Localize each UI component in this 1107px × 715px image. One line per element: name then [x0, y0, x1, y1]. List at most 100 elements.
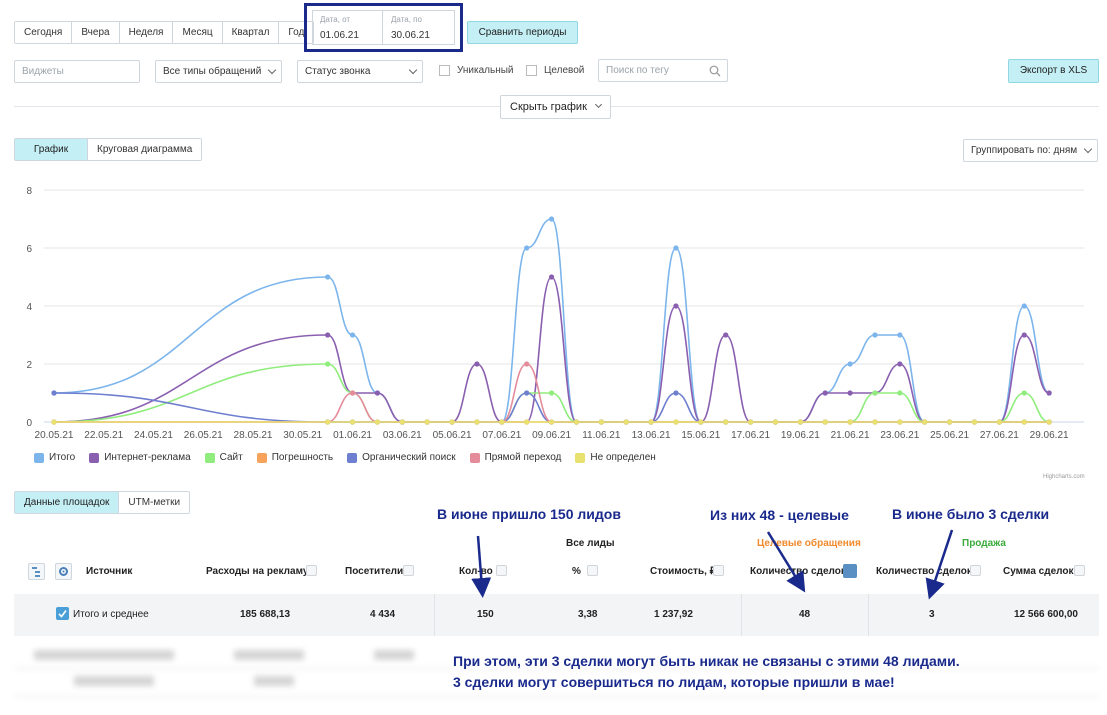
data-point [573, 419, 580, 425]
sort-icon[interactable] [713, 565, 724, 576]
data-point [648, 419, 654, 425]
period-today-button[interactable]: Сегодня [15, 22, 73, 43]
data-point [673, 303, 679, 309]
legend-item[interactable]: Не определен [575, 452, 656, 463]
data-point [524, 390, 530, 396]
col-target-deals[interactable]: Количество сделок [750, 566, 846, 577]
hide-chart-button[interactable]: Скрыть график [500, 95, 611, 119]
period-quarter-button[interactable]: Квартал [222, 22, 280, 43]
chevron-down-icon [1083, 144, 1093, 154]
col-deal-sum[interactable]: Сумма сделок [1003, 566, 1073, 577]
col-visitors[interactable]: Посетители [345, 566, 403, 577]
x-tick-label: 01.06.21 [333, 430, 372, 441]
x-tick-label: 26.05.21 [184, 430, 223, 441]
date-range-picker[interactable]: Дата, от 01.06.21 Дата, по 30.06.21 [312, 10, 455, 45]
y-tick-label: 8 [26, 186, 32, 197]
data-point [673, 419, 679, 425]
legend-label: Прямой переход [484, 452, 562, 463]
unique-label: Уникальный [457, 65, 514, 76]
legend-item[interactable]: Сайт [204, 452, 243, 463]
appeal-types-select[interactable]: Все типы обращений [155, 60, 282, 83]
data-point [374, 419, 381, 425]
col-sale-deals[interactable]: Количество сделок [876, 566, 972, 577]
data-point [548, 419, 555, 425]
sort-icon[interactable] [970, 565, 981, 576]
tab-graph[interactable]: График [15, 139, 87, 160]
chevron-down-icon [267, 65, 277, 75]
period-month-button[interactable]: Месяц [173, 22, 223, 43]
series-line [53, 392, 1050, 423]
x-tick-label: 11.06.21 [582, 430, 621, 441]
x-tick-label: 23.06.21 [880, 430, 919, 441]
sort-icon[interactable] [496, 565, 507, 576]
gear-icon[interactable] [55, 563, 72, 580]
target-label: Целевой [544, 65, 585, 76]
total-sale-deals: 3 [929, 609, 935, 620]
data-point [548, 390, 555, 396]
legend-item[interactable]: Интернет-реклама [89, 452, 191, 463]
data-point [325, 332, 331, 338]
data-point [747, 419, 754, 425]
column-divider [434, 594, 435, 636]
tab-pie-chart[interactable]: Круговая диаграмма [87, 139, 202, 160]
legend-swatch [469, 452, 480, 463]
group-by-select[interactable]: Группировать по: дням [963, 139, 1098, 162]
data-point [922, 419, 928, 425]
x-tick-label: 03.06.21 [383, 430, 422, 441]
tree-toggle-icon[interactable] [28, 563, 45, 580]
target-filter: Целевой [526, 65, 584, 76]
total-ad-spend: 185 688,13 [240, 609, 291, 620]
x-tick-label: 07.06.21 [482, 430, 521, 441]
period-yesterday-button[interactable]: Вчера [72, 22, 120, 43]
chart-tabs: График Круговая диаграмма [14, 138, 203, 161]
data-point [1046, 419, 1052, 425]
data-point [822, 390, 828, 396]
total-percent: 3,38 [578, 609, 598, 620]
sort-icon[interactable] [403, 565, 414, 576]
chart-legend: Итого Интернет-реклама Сайт Погрешность Орга… [34, 452, 656, 463]
compare-periods-button[interactable]: Сравнить периоды [467, 21, 578, 44]
widgets-input[interactable]: Виджеты [14, 60, 140, 83]
legend-item[interactable]: Итого [34, 452, 75, 463]
period-week-button[interactable]: Неделя [119, 22, 174, 43]
data-point [499, 419, 505, 425]
sort-icon[interactable] [306, 565, 317, 576]
date-from-label: Дата, от [320, 15, 351, 24]
call-status-select[interactable]: Статус звонка [297, 60, 423, 83]
legend-item[interactable]: Погрешность [256, 452, 333, 463]
legend-label: Интернет-реклама [104, 452, 191, 463]
legend-swatch [347, 452, 358, 463]
col-ad-spend[interactable]: Расходы на рекламу [206, 566, 308, 577]
data-point [424, 419, 430, 425]
data-point [897, 390, 903, 396]
export-xls-button[interactable]: Экспорт в XLS [1008, 59, 1099, 83]
tag-search-input[interactable]: Поиск по тегу [598, 59, 728, 82]
legend-label: Итого [49, 452, 76, 463]
col-cost[interactable]: Стоимость, ₽ [650, 566, 716, 577]
target-checkbox[interactable] [526, 65, 537, 76]
group-target: Целевые обращения [757, 538, 861, 549]
tab-utm[interactable]: UTM-метки [118, 492, 190, 513]
tab-platform-data[interactable]: Данные площадок [15, 492, 119, 513]
data-point [673, 390, 679, 396]
data-point [847, 361, 853, 367]
data-point [349, 332, 356, 338]
total-row-checkbox[interactable] [56, 607, 69, 620]
date-from-value[interactable]: 01.06.21 [320, 30, 359, 41]
col-percent[interactable]: % [572, 566, 581, 577]
data-point [399, 419, 405, 425]
sort-icon[interactable] [587, 565, 598, 576]
legend-item[interactable]: Органический поиск [347, 452, 456, 463]
x-tick-label: 20.05.21 [35, 430, 74, 441]
sort-icon[interactable] [1074, 565, 1085, 576]
sort-active-icon[interactable] [843, 564, 857, 578]
table-tabs: Данные площадок UTM-метки [14, 491, 191, 514]
x-tick-label: 30.05.21 [283, 430, 322, 441]
col-count[interactable]: Кол-во [459, 566, 493, 577]
legend-item[interactable]: Прямой переход [469, 452, 562, 463]
tag-search-placeholder: Поиск по тегу [606, 65, 669, 76]
data-point [847, 390, 853, 396]
unique-checkbox[interactable] [439, 65, 450, 76]
y-tick-label: 0 [26, 418, 32, 429]
date-to-value[interactable]: 30.06.21 [391, 30, 430, 41]
